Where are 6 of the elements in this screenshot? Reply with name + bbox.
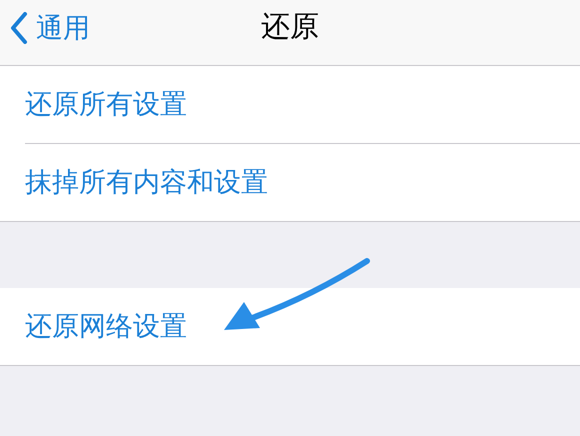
reset-option[interactable]: 还原网络设置 bbox=[25, 288, 187, 365]
back-button[interactable]: 通用 bbox=[10, 8, 90, 48]
reset-option[interactable]: 还原所有设置 bbox=[25, 66, 187, 143]
reset-option[interactable]: 抹掉所有内容和设置 bbox=[25, 144, 268, 221]
nav-title: 还原 bbox=[261, 10, 319, 45]
back-chevron-icon bbox=[10, 12, 28, 44]
